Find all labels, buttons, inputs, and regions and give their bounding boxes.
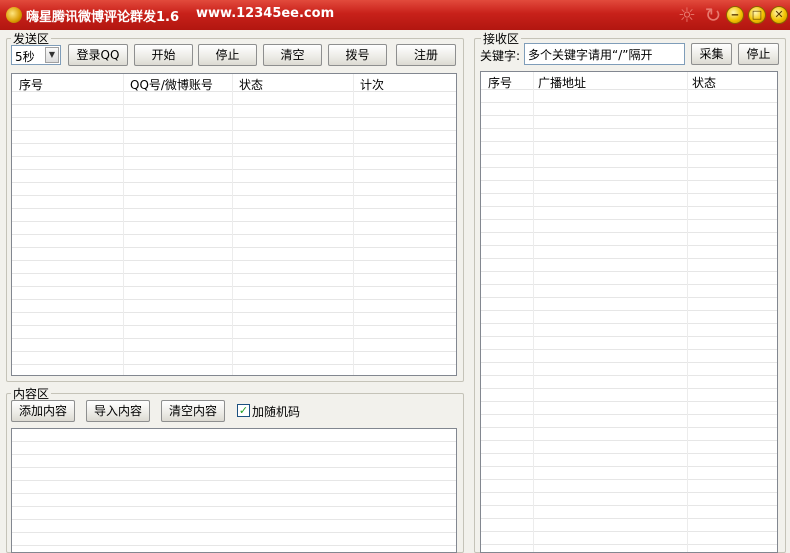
content-list-rows — [12, 429, 456, 552]
send-list-header: 序号 QQ号/微博账号 状态 计次 — [12, 74, 456, 92]
minimize-icon[interactable]: ‒ — [726, 6, 744, 24]
random-code-checkbox[interactable]: ✓ — [237, 404, 250, 417]
app-logo-icon — [6, 7, 22, 23]
website-url: www.12345ee.com — [196, 6, 335, 21]
receive-area-label: 接收区 — [481, 30, 522, 47]
column-header-status[interactable]: 状态 — [692, 74, 716, 91]
receive-broadcast-list[interactable]: 序号 广播地址 状态 — [480, 71, 778, 553]
import-content-button[interactable]: 导入内容 — [86, 400, 150, 422]
stop-collect-button[interactable]: 停止 — [738, 43, 779, 65]
close-icon[interactable]: ✕ — [770, 6, 788, 24]
column-header-broadcast-url[interactable]: 广播地址 — [538, 74, 586, 91]
login-qq-button[interactable]: 登录QQ — [68, 44, 128, 66]
maximize-icon[interactable]: □ — [748, 6, 766, 24]
clear-button[interactable]: 清空 — [263, 44, 322, 66]
send-account-list[interactable]: 序号 QQ号/微博账号 状态 计次 — [11, 73, 457, 376]
stop-send-button[interactable]: 停止 — [198, 44, 257, 66]
column-header-count[interactable]: 计次 — [360, 76, 384, 93]
start-button[interactable]: 开始 — [134, 44, 193, 66]
column-header-index[interactable]: 序号 — [488, 74, 512, 91]
receive-list-header: 序号 广播地址 状态 — [481, 72, 777, 90]
send-interval-value: 5秒 — [15, 50, 35, 64]
keyword-input[interactable] — [524, 43, 685, 65]
receive-list-rows — [481, 90, 777, 552]
content-list[interactable] — [11, 428, 457, 553]
column-divider — [353, 74, 354, 375]
register-button[interactable]: 注册 — [396, 44, 456, 66]
column-divider — [533, 72, 534, 552]
decorative-swirl-icon: ↻ — [704, 3, 722, 27]
add-content-button[interactable]: 添加内容 — [11, 400, 75, 422]
clear-content-button[interactable]: 清空内容 — [161, 400, 225, 422]
keyword-input-field[interactable] — [525, 44, 684, 64]
column-header-status[interactable]: 状态 — [239, 76, 263, 93]
title-bar: 嗨星腾讯微博评论群发1.6 www.12345ee.com ☼ ↻ ‒ □ ✕ — [0, 0, 790, 30]
send-interval-select[interactable]: 5秒 ▼ — [11, 45, 61, 65]
column-divider — [232, 74, 233, 375]
dial-button[interactable]: 拨号 — [328, 44, 387, 66]
keyword-label: 关键字: — [480, 49, 521, 63]
random-code-label: 加随机码 — [252, 405, 301, 419]
column-header-index[interactable]: 序号 — [19, 76, 43, 93]
chevron-down-icon[interactable]: ▼ — [45, 47, 59, 63]
column-divider — [123, 74, 124, 375]
send-list-rows — [12, 92, 456, 375]
collect-button[interactable]: 采集 — [691, 43, 732, 65]
column-divider — [687, 72, 688, 552]
column-header-account[interactable]: QQ号/微博账号 — [130, 76, 213, 93]
window-title: 嗨星腾讯微博评论群发1.6 — [26, 10, 180, 25]
